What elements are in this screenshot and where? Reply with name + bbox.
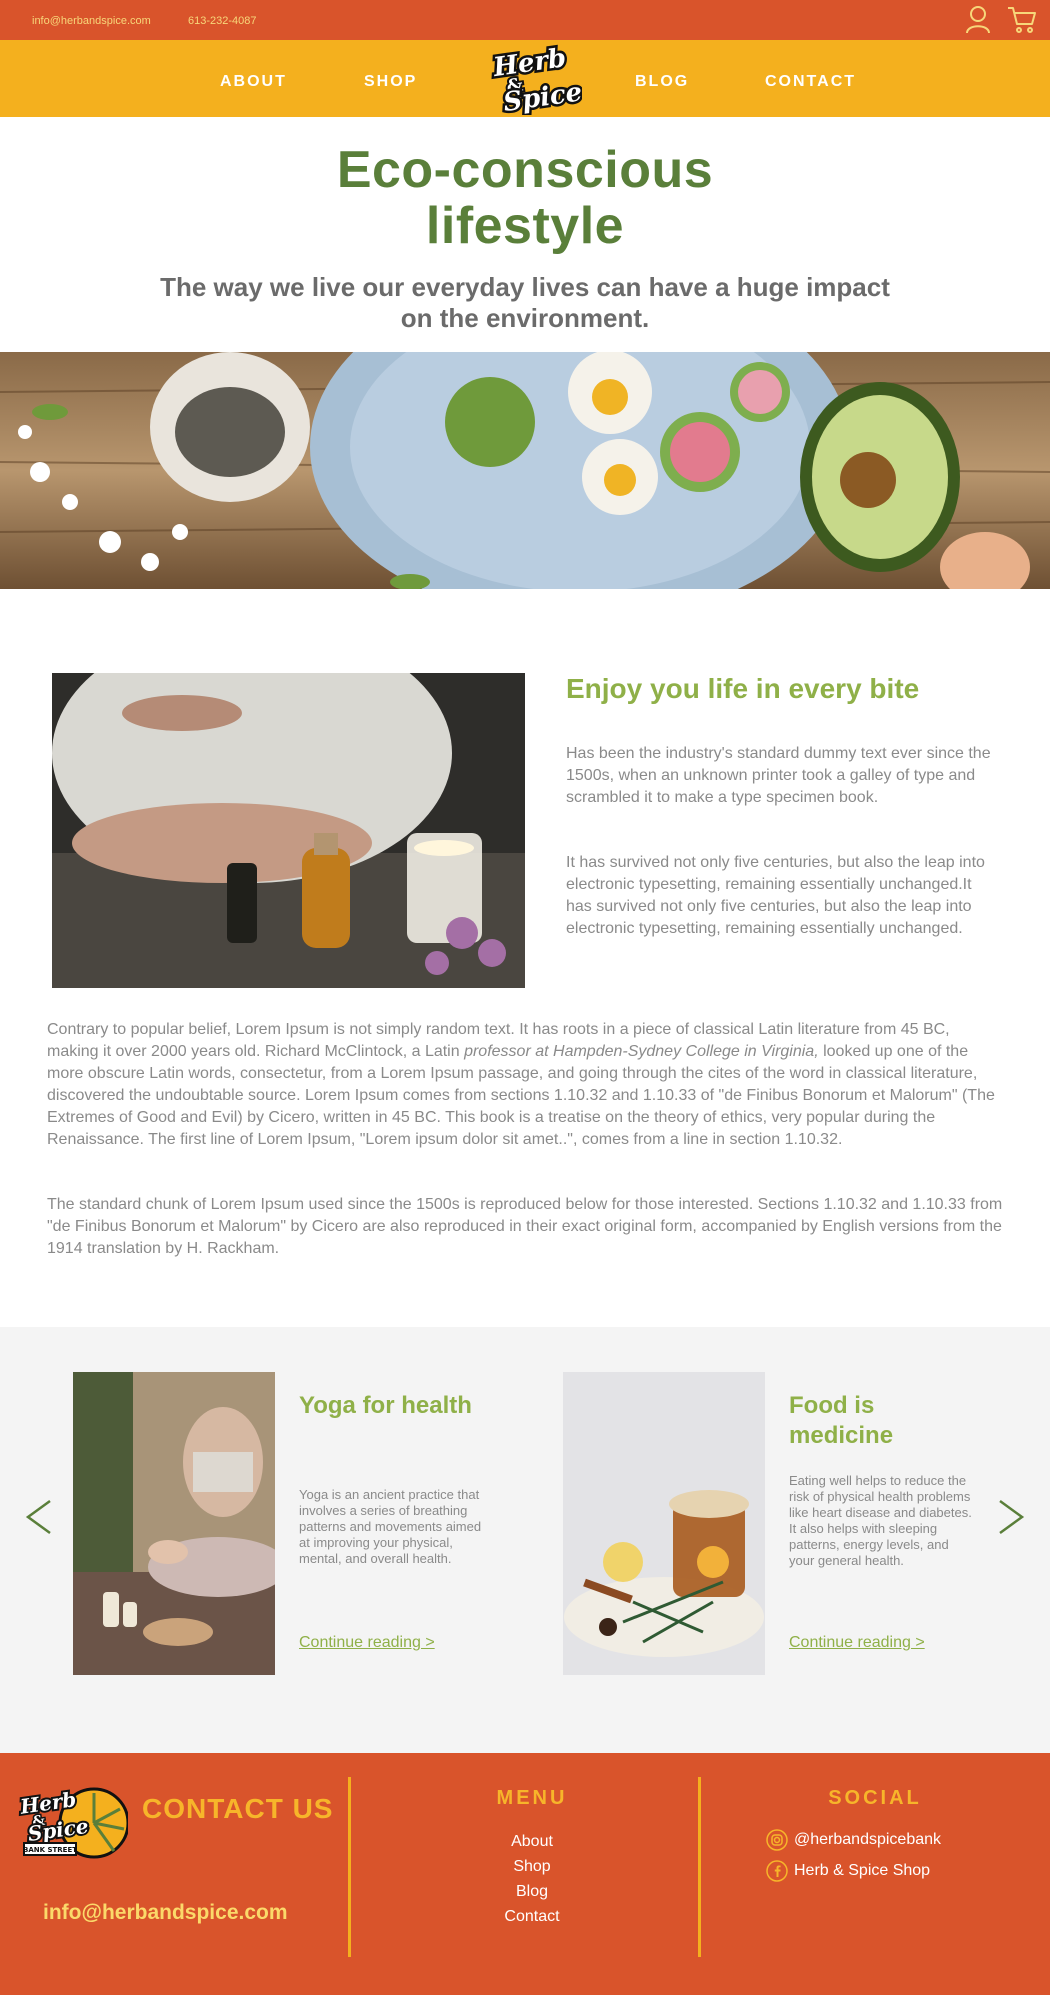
nav-shop[interactable]: SHOP: [364, 73, 417, 91]
body-paragraph-1: Contrary to popular belief, Lorem Ipsum …: [47, 1019, 1005, 1151]
logo-herb: Herb: [491, 43, 568, 83]
hero-title-line2: lifestyle: [425, 197, 625, 255]
footer-divider: [698, 1777, 701, 1957]
instagram-link[interactable]: @herbandspicebank: [766, 1829, 941, 1851]
nav-blog[interactable]: BLOG: [635, 73, 689, 91]
feature-paragraph-2: It has survived not only five centuries,…: [566, 854, 985, 937]
facebook-page-name: Herb & Spice Shop: [794, 1862, 931, 1879]
banner-food-image: [0, 352, 1050, 589]
feature-paragraph-1: Has been the industry's standard dummy t…: [566, 745, 991, 806]
yoga-card-title[interactable]: Yoga for health: [299, 1391, 489, 1421]
body-paragraph-2: The standard chunk of Lorem Ipsum used s…: [47, 1196, 1003, 1257]
top-bar: info@herbandspice.com 613-232-4087: [0, 0, 1050, 40]
hero-subtitle: The way we live our everyday lives can h…: [160, 272, 890, 333]
footer-divider: [348, 1777, 351, 1957]
footer-menu-list: About Shop Blog Contact: [432, 1829, 632, 1929]
footer-logo-bank-street: BANK STREET: [23, 1846, 77, 1854]
blog-carousel: Yoga for health Yoga is an ancient pract…: [0, 1327, 1050, 1753]
footer-social-heading: SOCIAL: [828, 1787, 922, 1809]
footer-menu-shop[interactable]: Shop: [432, 1854, 632, 1879]
body-paragraph-1-italic: professor at Hampden-Sydney College in V…: [464, 1043, 819, 1060]
food-card-image[interactable]: [563, 1372, 765, 1675]
food-card-title[interactable]: Food is medicine: [789, 1391, 979, 1451]
hero-title: Eco-conscious lifestyle: [0, 142, 1050, 254]
herb-and-spice-logo[interactable]: Herb & Spice: [482, 43, 582, 115]
food-continue-reading-link[interactable]: Continue reading >: [789, 1634, 925, 1652]
hero-title-line1: Eco-conscious: [336, 141, 714, 199]
instagram-icon: [766, 1829, 788, 1851]
chevron-left-icon[interactable]: [24, 1497, 54, 1537]
nav-contact[interactable]: CONTACT: [765, 73, 856, 91]
footer-menu-heading: MENU: [496, 1787, 568, 1809]
footer-menu-blog[interactable]: Blog: [432, 1879, 632, 1904]
feature-title: Enjoy you life in every bite: [566, 673, 920, 704]
main-navigation: ABOUT SHOP Herb & Spice BLOG CONTACT: [0, 40, 1050, 117]
food-card-text: Eating well helps to reduce the risk of …: [789, 1473, 972, 1568]
footer-email-link[interactable]: info@herbandspice.com: [43, 1901, 288, 1925]
nav-about[interactable]: ABOUT: [220, 73, 287, 91]
footer-logo[interactable]: Herb & Spice BANK STREET: [16, 1785, 128, 1863]
top-email[interactable]: info@herbandspice.com: [32, 15, 151, 27]
user-icon[interactable]: [963, 4, 993, 34]
yoga-card-image[interactable]: [73, 1372, 275, 1675]
footer: Herb & Spice BANK STREET CONTACT US info…: [0, 1753, 1050, 1995]
feature-oil-image: [52, 673, 525, 988]
facebook-link[interactable]: Herb & Spice Shop: [766, 1860, 930, 1882]
cart-icon[interactable]: [1006, 4, 1038, 34]
chevron-right-icon[interactable]: [996, 1497, 1026, 1537]
instagram-handle: @herbandspicebank: [794, 1831, 942, 1848]
footer-menu-contact[interactable]: Contact: [432, 1904, 632, 1929]
yoga-card-text: Yoga is an ancient practice that involve…: [299, 1487, 482, 1566]
yoga-continue-reading-link[interactable]: Continue reading >: [299, 1634, 435, 1652]
footer-menu-about[interactable]: About: [432, 1829, 632, 1854]
facebook-icon: [766, 1860, 788, 1882]
top-phone[interactable]: 613-232-4087: [188, 15, 257, 27]
footer-contact-title: CONTACT US: [142, 1793, 334, 1824]
